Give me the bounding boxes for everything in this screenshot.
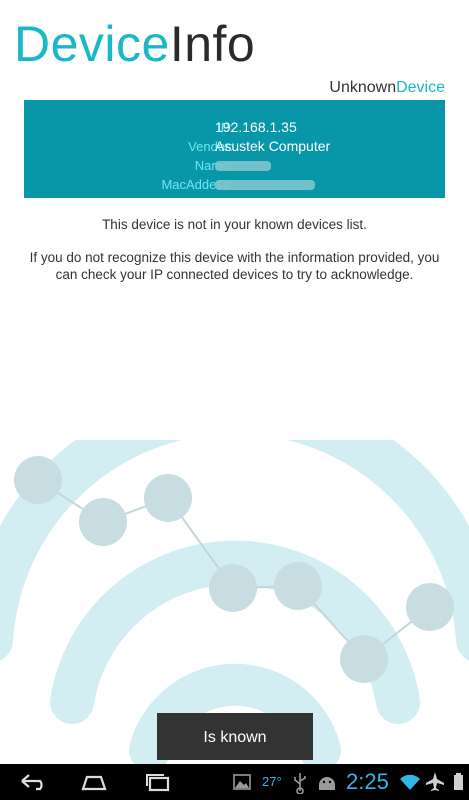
- android-icon: [319, 777, 335, 790]
- system-navigation-bar: 27° 2:25: [0, 764, 469, 800]
- home-icon[interactable]: [78, 770, 110, 794]
- mac-value-redacted: [215, 180, 315, 190]
- node-2: [79, 498, 127, 546]
- temperature-readout: 27°: [262, 774, 282, 789]
- node-3: [144, 474, 192, 522]
- name-value-redacted: [215, 161, 271, 171]
- info-row-name: Name:: [24, 156, 445, 175]
- usb-icon: [294, 773, 306, 794]
- node-7: [406, 583, 454, 631]
- back-icon[interactable]: [18, 770, 50, 794]
- gallery-icon: [233, 774, 251, 790]
- page-subtitle: UnknownDevice: [329, 78, 445, 98]
- recognize-message: If you do not recognize this device with…: [29, 250, 440, 282]
- not-known-message: This device is not in your known devices…: [102, 217, 367, 232]
- subtitle-part1: Unknown: [329, 79, 397, 96]
- clock-time: 2:25: [346, 769, 389, 794]
- app-title: DeviceInfo: [14, 14, 255, 74]
- node-1: [14, 456, 62, 504]
- airplane-icon: [426, 772, 444, 791]
- recent-apps-icon[interactable]: [142, 770, 174, 794]
- device-info-panel: IP: 192.168.1.35 Vendor: Asustek Compute…: [24, 100, 445, 198]
- node-5: [274, 562, 322, 610]
- wifi-icon: [400, 774, 420, 790]
- info-row-vendor: Vendor: Asustek Computer: [24, 137, 445, 156]
- info-row-ip: IP: 192.168.1.35: [24, 118, 445, 137]
- is-known-button[interactable]: Is known: [157, 713, 313, 760]
- battery-icon: [454, 773, 463, 790]
- ip-value: 192.168.1.35: [215, 119, 297, 135]
- vendor-value: Asustek Computer: [215, 138, 331, 154]
- node-4: [209, 564, 257, 612]
- app-title-part1: Device: [14, 16, 170, 72]
- node-6: [340, 635, 388, 683]
- app-title-part2: Info: [169, 16, 256, 72]
- info-row-mac: MacAddess:: [24, 175, 445, 194]
- subtitle-part2: Device: [396, 79, 445, 96]
